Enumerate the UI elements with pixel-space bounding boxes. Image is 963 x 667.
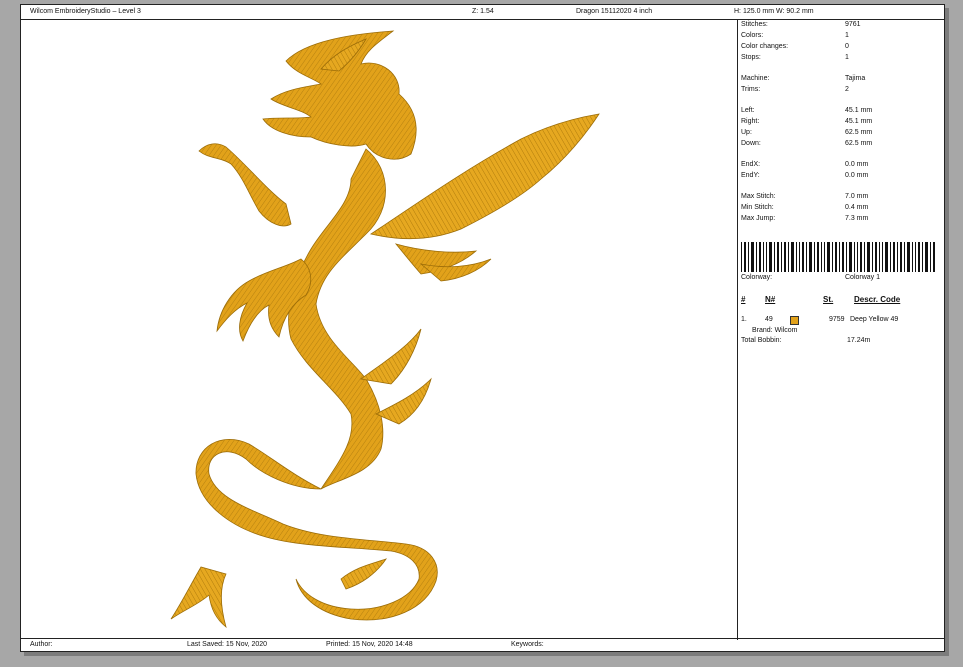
sheet-header: Wilcom EmbroideryStudio – Level 3 Z: 1.5…	[21, 5, 944, 20]
col-header-index: #	[741, 295, 746, 304]
barcode-icon	[741, 242, 937, 272]
design-info-panel: Stitches: 9761 Colors: 1 Color changes: …	[738, 19, 944, 640]
col-header-descr-code: Descr. Code	[854, 295, 901, 304]
color-row-number: 49	[765, 316, 773, 323]
stitches-label: Stitches:	[741, 21, 768, 28]
printed-date: Printed: 15 Nov, 2020 14:48	[326, 641, 413, 648]
total-bobbin-value: 17.24m	[847, 337, 871, 344]
min-stitch-label: Min Stitch:	[741, 204, 774, 211]
zoom-level: Z: 1.54	[472, 8, 494, 15]
color-row-stitches: 9759	[829, 316, 845, 323]
thread-swatch	[790, 316, 799, 325]
max-stitch-label: Max Stitch:	[741, 193, 776, 200]
endx-value: 0.0 mm	[845, 161, 869, 168]
col-header-number: N#	[765, 295, 776, 304]
design-dimensions: H: 125.0 mm W: 90.2 mm	[734, 8, 814, 15]
color-row-description: Deep Yellow 49	[850, 316, 899, 323]
colorway-value: Colorway 1	[845, 274, 881, 281]
endy-value: 0.0 mm	[845, 172, 869, 179]
max-jump-label: Max Jump:	[741, 215, 776, 222]
trims-value: 2	[845, 86, 849, 93]
sheet-footer: Author: Last Saved: 15 Nov, 2020 Printed…	[21, 638, 944, 651]
keywords-field: Keywords:	[511, 641, 544, 648]
design-name: Dragon 15112020 4 inch	[576, 8, 653, 15]
total-bobbin-label: Total Bobbin:	[741, 337, 782, 344]
stops-value: 1	[845, 54, 849, 61]
left-value: 45.1 mm	[845, 107, 873, 114]
design-area	[21, 19, 737, 640]
endx-label: EndX:	[741, 161, 761, 168]
down-label: Down:	[741, 140, 761, 147]
colors-value: 1	[845, 32, 849, 39]
color-row-index: 1.	[741, 316, 747, 323]
print-preview-sheet: Wilcom EmbroideryStudio – Level 3 Z: 1.5…	[20, 4, 945, 652]
col-header-stitches: St.	[823, 295, 834, 304]
stitches-value: 9761	[845, 21, 861, 28]
max-stitch-value: 7.0 mm	[845, 193, 869, 200]
right-value: 45.1 mm	[845, 118, 873, 125]
up-label: Up:	[741, 129, 752, 136]
left-label: Left:	[741, 107, 755, 114]
color-changes-label: Color changes:	[741, 43, 789, 50]
down-value: 62.5 mm	[845, 140, 873, 147]
endy-label: EndY:	[741, 172, 760, 179]
machine-value: Tajima	[845, 75, 866, 82]
app-title: Wilcom EmbroideryStudio – Level 3	[30, 8, 141, 15]
trims-label: Trims:	[741, 86, 761, 93]
right-label: Right:	[741, 118, 760, 125]
up-value: 62.5 mm	[845, 129, 873, 136]
colorway-label: Colorway:	[741, 274, 773, 281]
stops-label: Stops:	[741, 54, 761, 61]
color-row-brand: Brand: Wilcom	[752, 327, 798, 334]
machine-label: Machine:	[741, 75, 770, 82]
color-changes-value: 0	[845, 43, 849, 50]
author-field: Author:	[30, 641, 53, 648]
last-saved: Last Saved: 15 Nov, 2020	[187, 641, 268, 648]
dragon-embroidery-icon	[170, 30, 600, 629]
colors-label: Colors:	[741, 32, 764, 39]
max-jump-value: 7.3 mm	[845, 215, 869, 222]
min-stitch-value: 0.4 mm	[845, 204, 869, 211]
